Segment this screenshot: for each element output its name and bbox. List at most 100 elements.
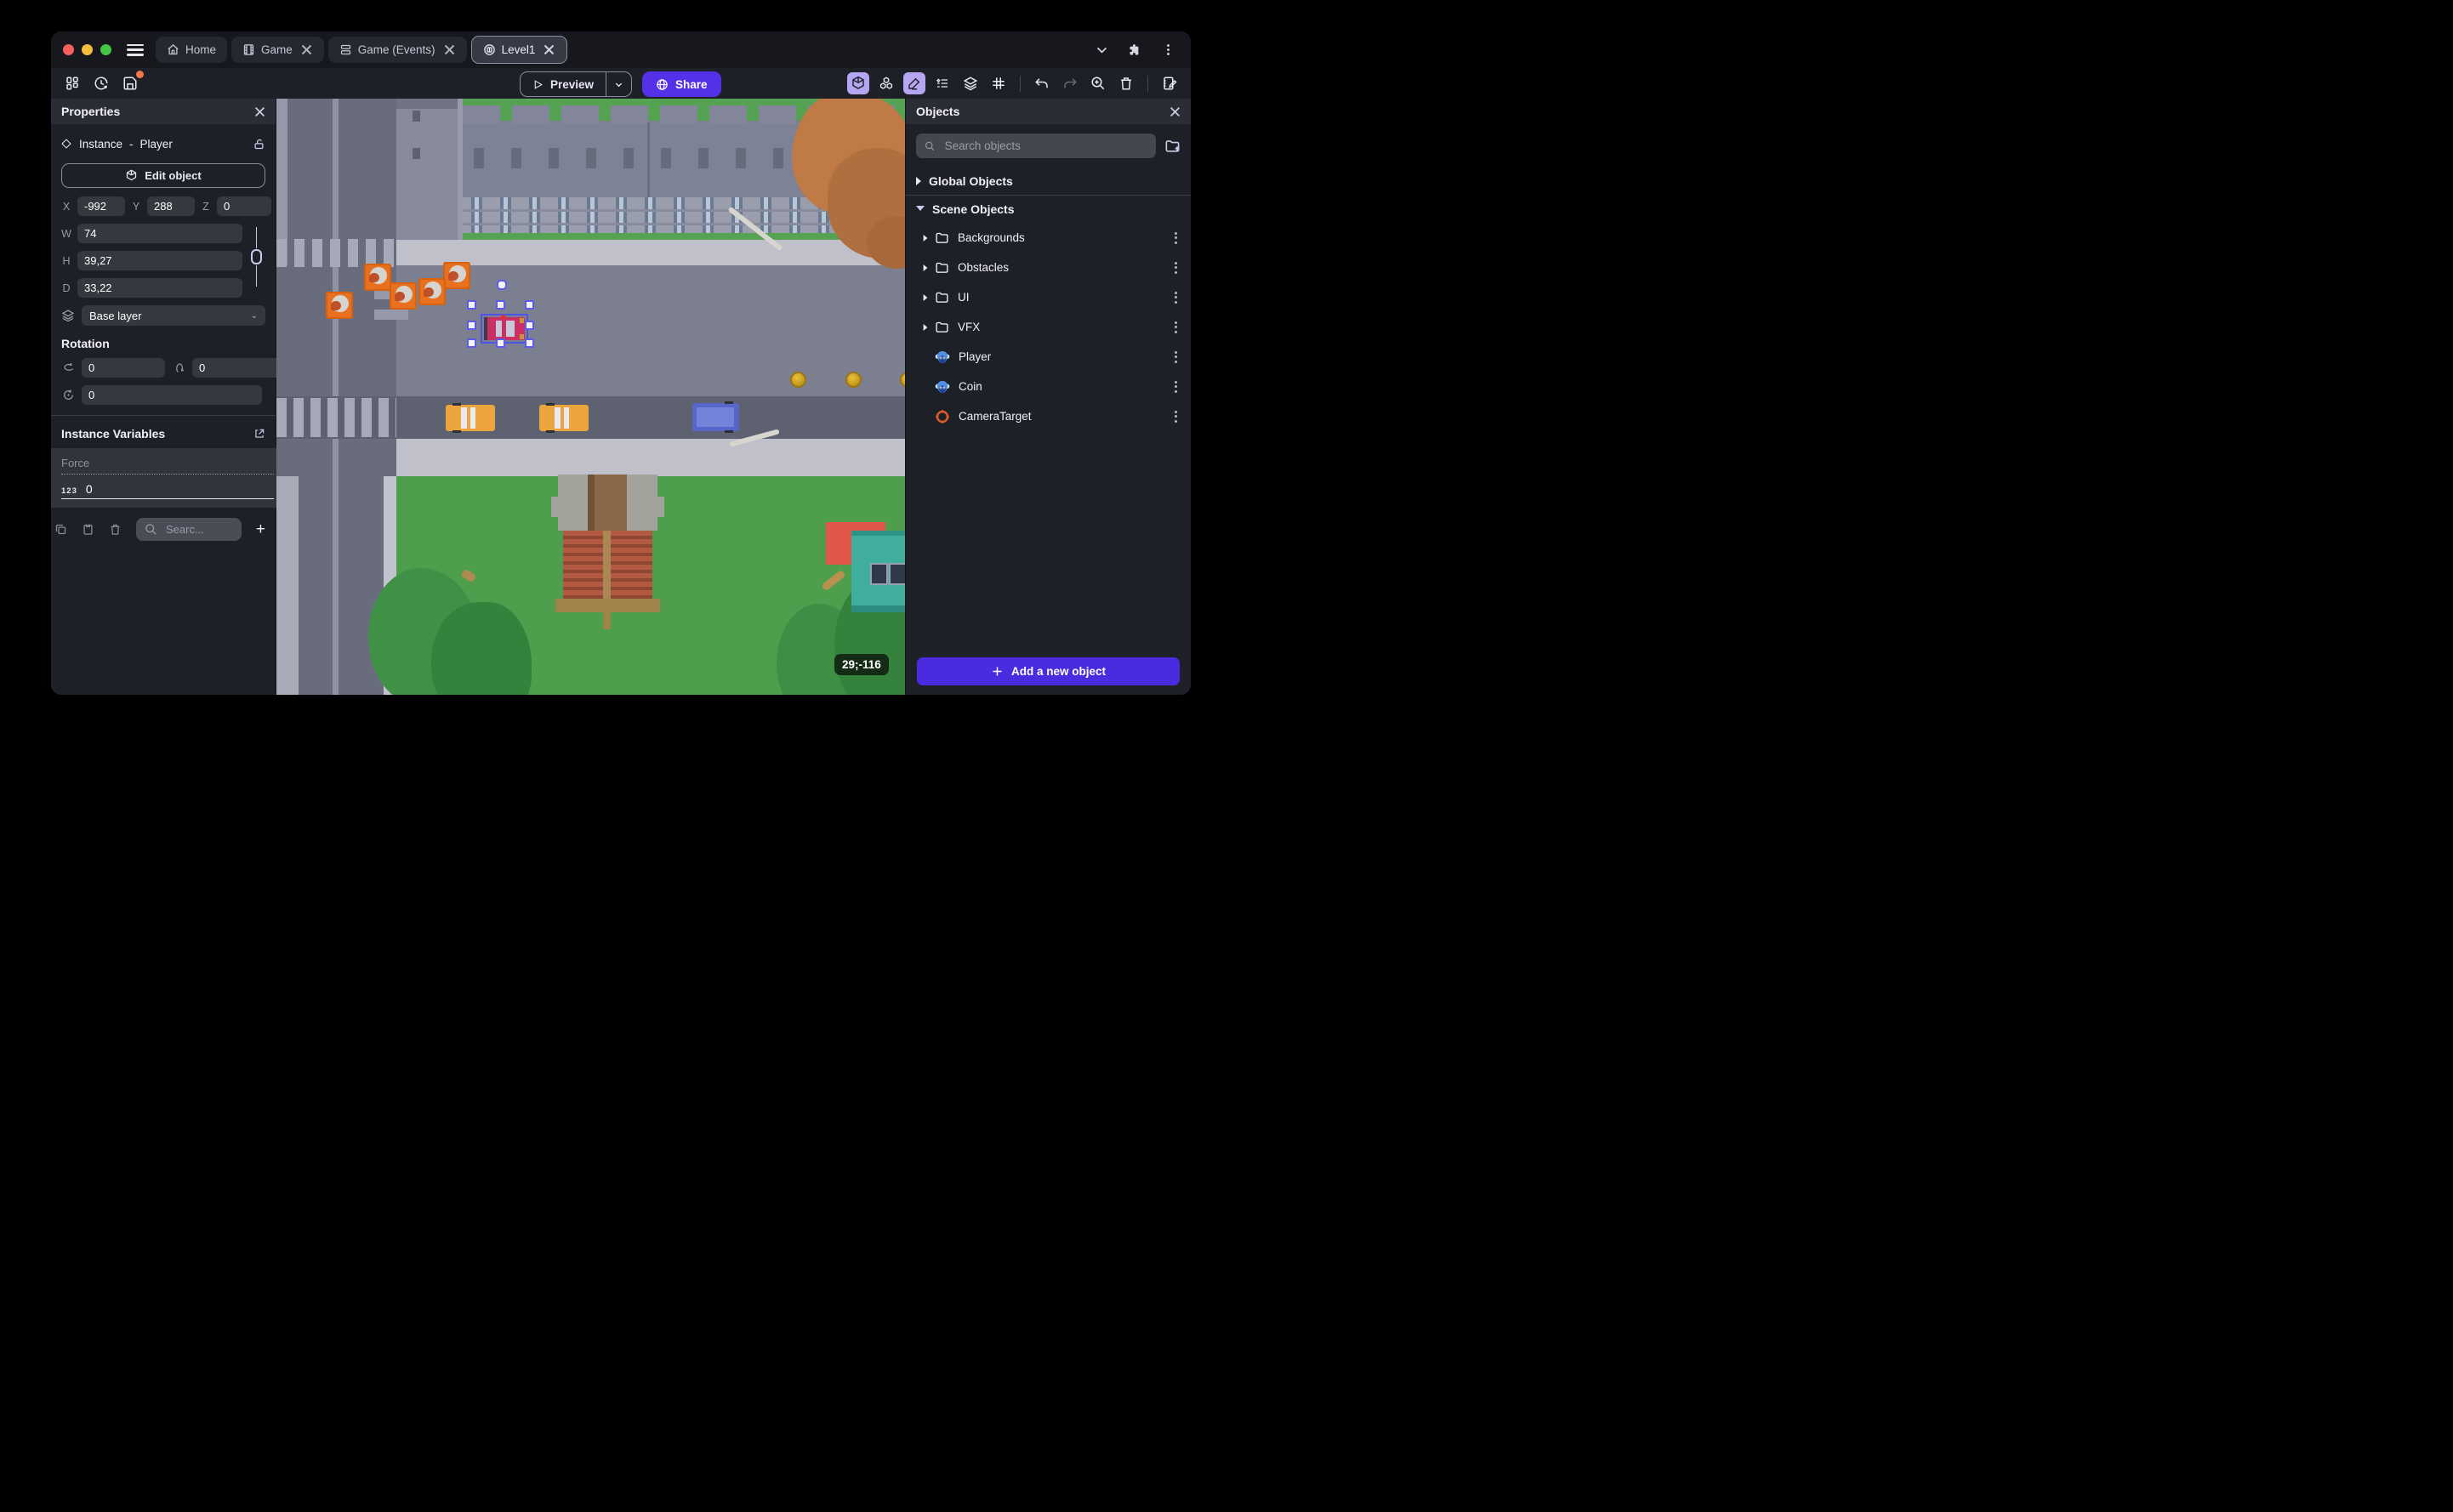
selection-handle[interactable] [525,321,534,330]
objects-cubes-icon[interactable] [875,72,897,94]
car-yellow[interactable] [539,403,589,433]
coin[interactable] [790,372,806,388]
undo-icon[interactable] [1031,72,1053,94]
object-folder-obstacles[interactable]: Obstacles [906,253,1191,282]
close-objects-icon[interactable] [1170,106,1181,117]
car-yellow[interactable] [446,403,495,433]
panels-layout-icon[interactable] [61,72,83,94]
more-vertical-icon[interactable] [1171,229,1181,247]
objects-search[interactable] [916,134,1156,158]
preview-button[interactable]: Preview [521,78,606,91]
scene-canvas[interactable]: 29;-116 [276,99,905,695]
selection-handle[interactable] [467,338,476,348]
selection-handle[interactable] [525,300,534,310]
obstacle-crate[interactable] [326,292,353,319]
variables-search[interactable] [136,518,242,541]
minimize-window-button[interactable] [82,44,93,55]
tab-close-icon[interactable] [443,43,456,56]
menu-hamburger-icon[interactable] [127,43,144,56]
rotation-y-input[interactable] [192,358,282,378]
toggle-3d-view-icon[interactable] [847,72,869,94]
trash-icon[interactable] [1115,72,1137,94]
edit-object-button[interactable]: Edit object [61,163,265,188]
object-folder-ui[interactable]: UI [906,282,1191,312]
rotation-x-input[interactable] [82,358,165,378]
more-vertical-icon[interactable] [1171,318,1181,337]
obstacle-crate[interactable] [364,264,391,291]
more-vertical-icon[interactable] [1171,288,1181,307]
layer-select[interactable]: Base layer ⌄ [82,305,265,326]
save-icon[interactable] [119,71,144,94]
obstacle-crate[interactable] [418,278,446,305]
more-vertical-icon[interactable] [1171,348,1181,367]
more-vertical-icon[interactable] [1171,259,1181,277]
object-item-camera-target[interactable]: CameraTarget [906,401,1191,431]
objects-search-input[interactable] [942,139,1147,153]
tab-home[interactable]: Home [156,37,228,63]
history-icon[interactable] [90,72,112,94]
selection-handle[interactable] [467,321,476,330]
variable-row[interactable]: Force 123 0 [51,448,286,508]
copy-icon[interactable] [54,523,67,536]
global-objects-group[interactable]: Global Objects [906,168,1191,195]
redo-icon[interactable] [1059,72,1081,94]
lock-proportions-icon[interactable] [251,227,262,287]
folder-label: VFX [958,321,981,333]
maximize-window-button[interactable] [100,44,111,55]
tab-close-icon[interactable] [543,43,555,56]
coin[interactable] [845,372,862,388]
zoom-in-icon[interactable] [1087,72,1109,94]
tab-close-icon[interactable] [300,43,313,56]
object-item-player[interactable]: Player [906,342,1191,372]
car-blue[interactable] [692,401,739,433]
add-variable-button[interactable]: + [256,521,265,537]
unlock-icon[interactable] [253,138,265,151]
more-vertical-icon[interactable] [1171,378,1181,396]
x-input[interactable] [77,196,125,216]
chevron-down-icon[interactable] [1095,43,1109,57]
depth-input[interactable] [77,278,242,298]
layer-row: Base layer ⌄ [61,305,265,326]
extensions-puzzle-icon[interactable] [1128,43,1142,57]
object-folder-backgrounds[interactable]: Backgrounds [906,223,1191,253]
obstacle-crate[interactable] [390,282,417,310]
add-folder-icon[interactable] [1164,138,1181,154]
variables-search-input[interactable] [164,522,227,537]
properties-body: Instance - Player Edit object X -992 Y 2… [51,124,282,448]
open-variables-dialog-icon[interactable] [253,428,265,440]
tab-level1[interactable]: Level1 [470,36,568,64]
object-item-coin[interactable]: Coin [906,372,1191,401]
edit-pencil-icon[interactable] [903,72,925,94]
paste-clipboard-icon[interactable] [82,523,94,536]
delete-variable-icon[interactable] [109,523,122,536]
preview-options-dropdown[interactable] [606,72,631,96]
selection-handle[interactable] [496,338,505,348]
variable-name[interactable]: Force [61,455,274,475]
tab-game[interactable]: Game [231,37,324,63]
layers-icon[interactable] [959,72,982,94]
obstacle-crate[interactable] [443,262,470,289]
selection-handle[interactable] [496,300,505,310]
share-button[interactable]: Share [642,71,721,97]
scene-objects-group[interactable]: Scene Objects [906,196,1191,223]
object-folder-vfx[interactable]: VFX [906,312,1191,342]
tab-game-events[interactable]: Game (Events) [327,37,467,63]
variable-value[interactable]: 0 [86,482,93,496]
selected-player-instance[interactable] [484,315,525,340]
add-new-object-button[interactable]: Add a new object [917,657,1180,685]
width-input[interactable] [77,224,242,243]
selection-handle[interactable] [525,338,534,348]
events-sheet-icon[interactable] [1158,72,1181,94]
close-properties-icon[interactable] [254,106,265,117]
instances-list-icon[interactable] [931,72,953,94]
rotate-handle[interactable] [497,280,507,290]
y-input[interactable] [147,196,195,216]
rotation-z-input[interactable] [82,385,262,405]
close-window-button[interactable] [63,44,74,55]
selection-handle[interactable] [467,300,476,310]
more-vertical-icon[interactable] [1171,407,1181,426]
more-vertical-icon[interactable] [1161,43,1175,57]
grid-icon[interactable] [987,72,1010,94]
height-input[interactable] [77,251,242,270]
z-input[interactable] [217,196,271,216]
